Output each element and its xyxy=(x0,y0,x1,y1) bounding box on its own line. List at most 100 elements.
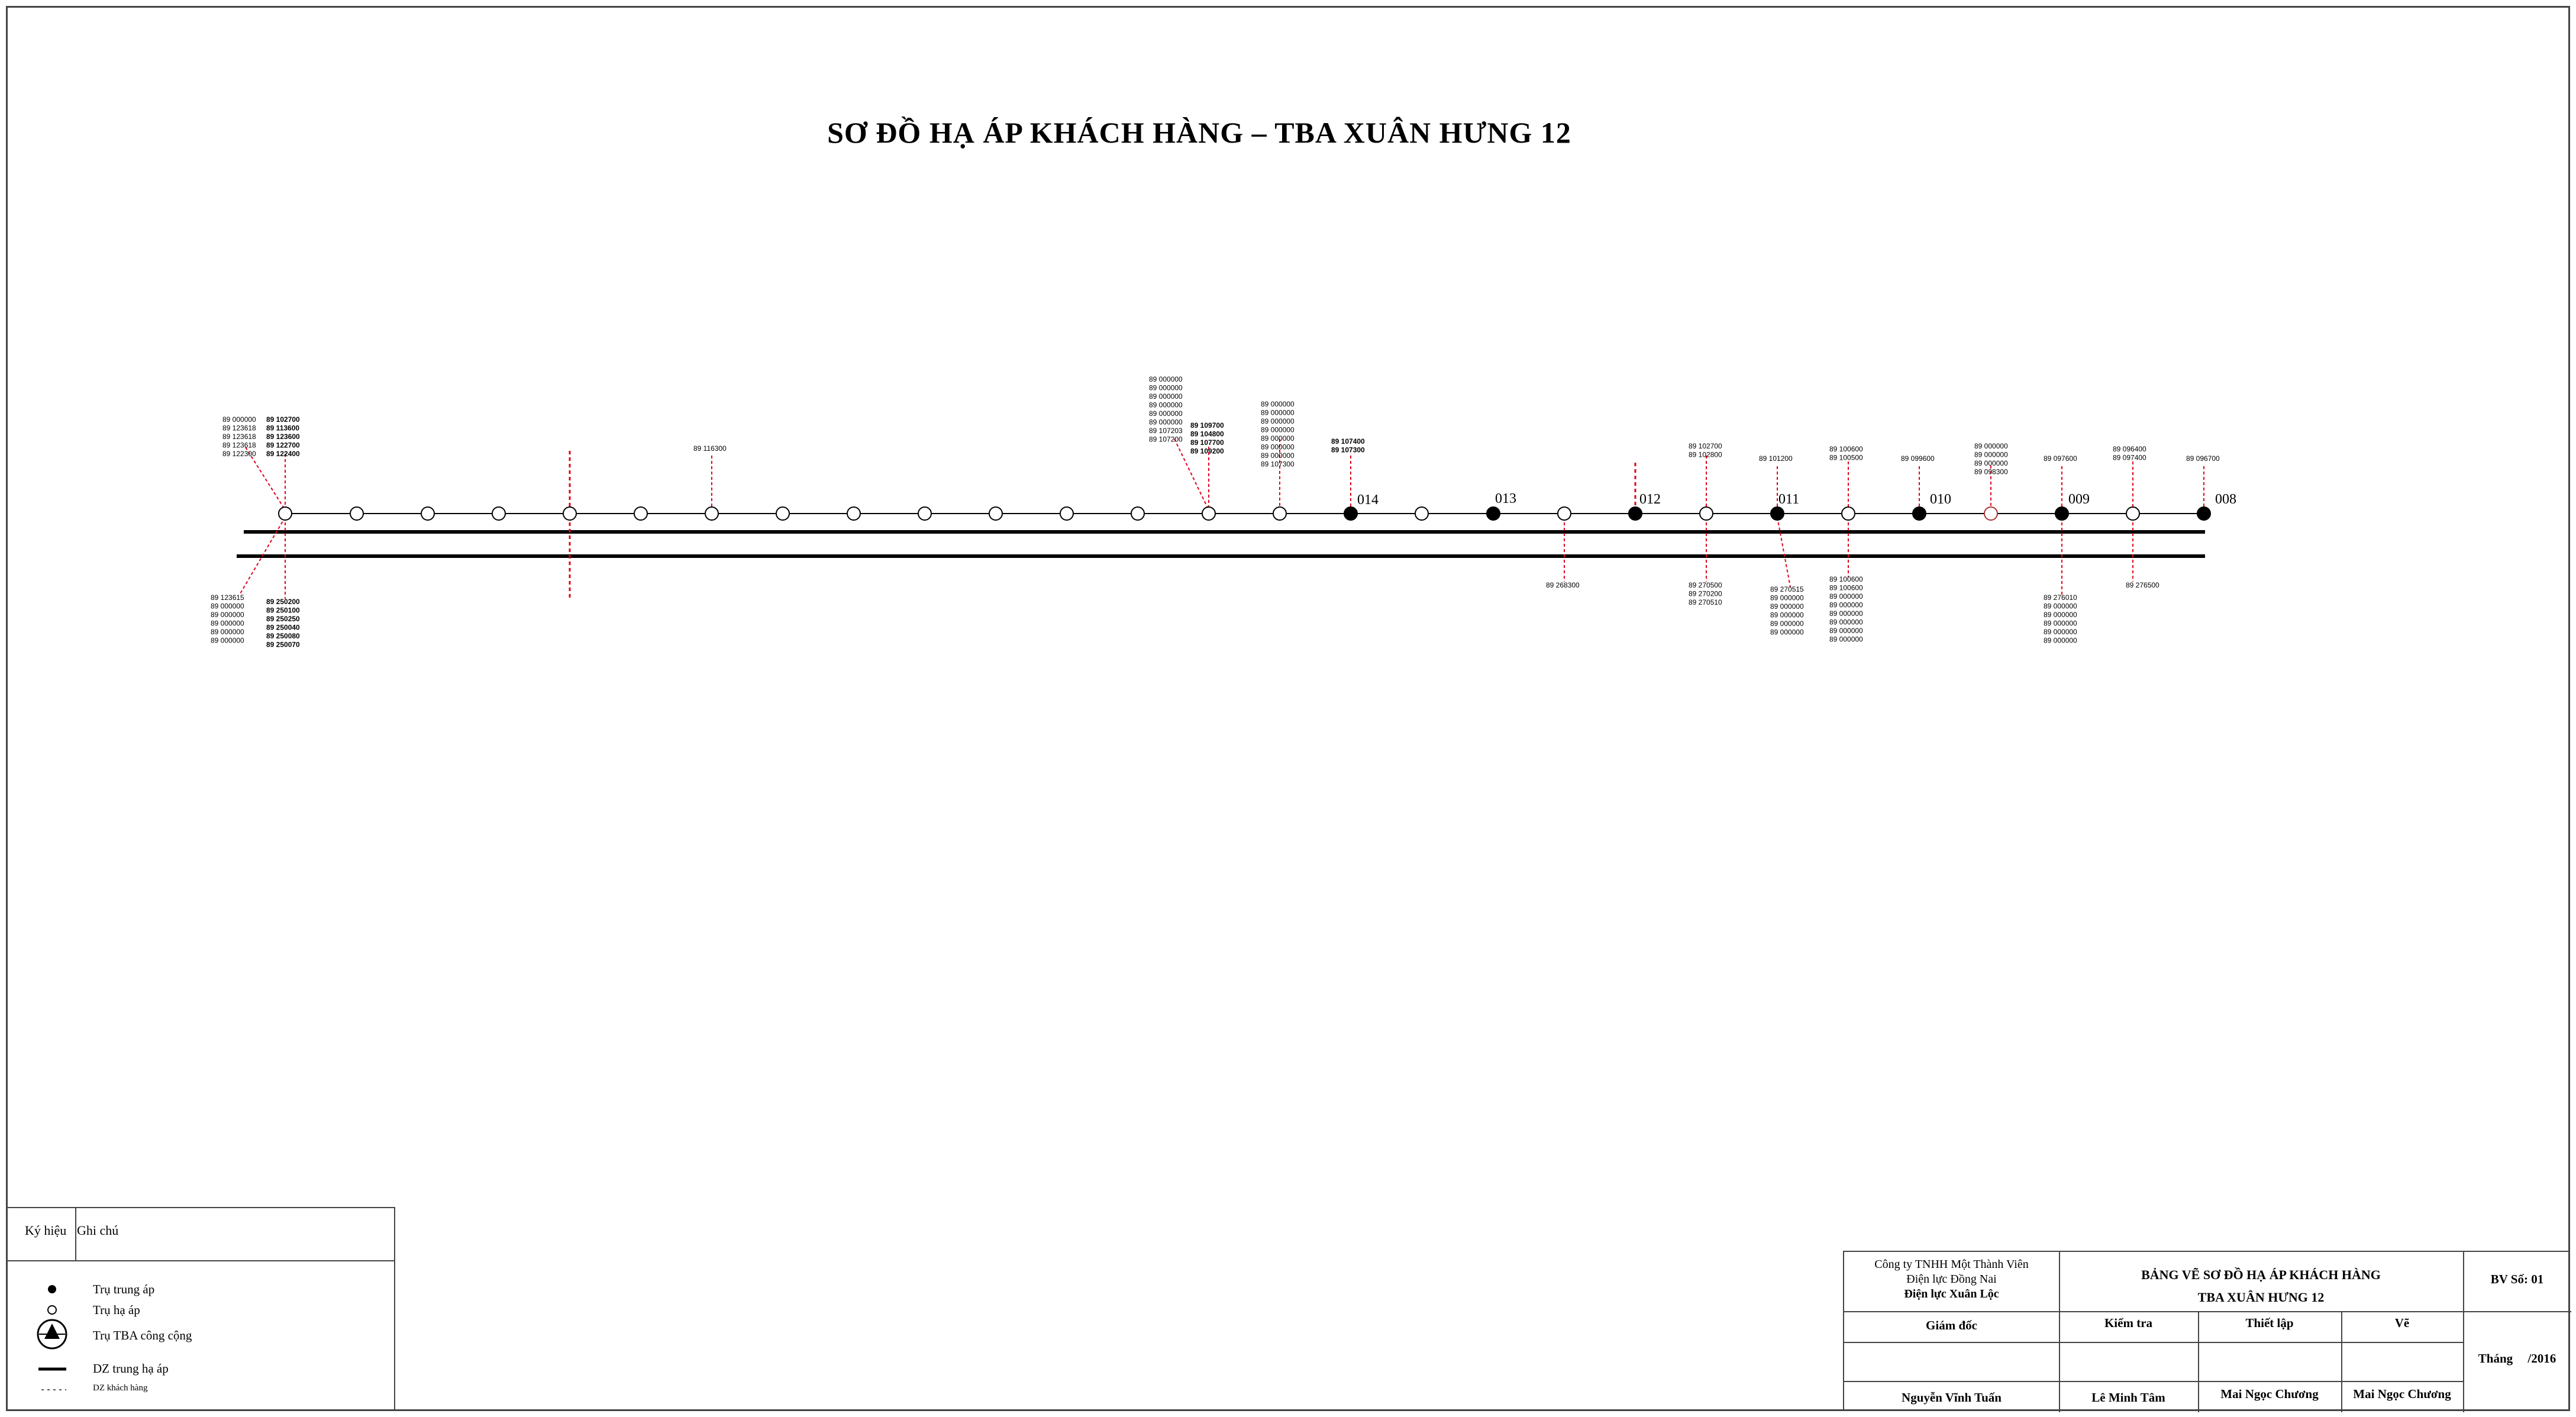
low-voltage-pole xyxy=(563,506,577,521)
legend-label: DZ trung hạ áp xyxy=(93,1361,169,1376)
customer-label-line: 89 000000 xyxy=(1829,592,1863,601)
medium-voltage-pole xyxy=(2055,506,2069,521)
customer-label-line: 89 104800 xyxy=(1190,430,1224,438)
pole-number-012: 012 xyxy=(1639,492,1661,507)
customer-label-line: 89 123618 xyxy=(222,432,256,441)
tb-divider xyxy=(1844,1342,2463,1343)
customer-label-line: 89 100600 xyxy=(1829,445,1863,453)
company-line: Điện lực Đồng Nai xyxy=(1906,1273,1997,1286)
low-voltage-pole xyxy=(776,506,790,521)
customer-label-line: 89 000000 xyxy=(2044,637,2077,645)
customer-label-group: 89 099600 xyxy=(1901,454,1935,463)
low-voltage-pole xyxy=(492,506,506,521)
name-check: Lê Minh Tâm xyxy=(2091,1390,2165,1405)
customer-label-line: 89 100600 xyxy=(1829,584,1863,592)
customer-label-line: 89 000000 xyxy=(2044,611,2077,619)
filled-circle-icon xyxy=(48,1285,56,1293)
customer-label-line: 89 250040 xyxy=(266,624,300,632)
customer-label-line: 89 000000 xyxy=(1149,401,1183,409)
pole-number-010: 010 xyxy=(1930,492,1951,507)
customer-label-line: 89 107400 xyxy=(1331,437,1365,446)
customer-label-line: 89 000000 xyxy=(1149,409,1183,418)
customer-label-group: 89 097600 xyxy=(2044,454,2077,463)
customer-label-line: 89 113600 xyxy=(266,424,299,432)
customer-label-group: 89 000000 89 123618 89 123618 89 123618 89 1… xyxy=(222,415,256,458)
legend: Ký hiệu Ghi chú Trụ trung áp Trụ hạ áp T… xyxy=(7,1207,395,1411)
customer-label-line: 89 100600 xyxy=(1829,575,1863,583)
customer-label-line: 89 000000 xyxy=(1149,392,1183,401)
pole-number-014: 014 xyxy=(1357,492,1379,508)
customer-label-line: 89 250070 xyxy=(266,641,300,649)
customer-label-line: 89 102700 xyxy=(1689,442,1722,450)
customer-label-line: 89 099600 xyxy=(1901,454,1935,463)
low-voltage-pole xyxy=(1557,506,1571,521)
customer-label-line: 89 097400 xyxy=(2113,454,2146,462)
role-director: Giám đốc xyxy=(1926,1318,1977,1332)
legend-label: Trụ TBA công cộng xyxy=(93,1328,192,1342)
customer-label-group: 89 096400 89 097400 xyxy=(2113,445,2146,462)
customer-label-line: 89 276500 xyxy=(2126,581,2159,589)
medium-voltage-pole xyxy=(1486,506,1500,521)
customer-label-line: 89 000000 xyxy=(1829,627,1863,635)
customer-label-line: 89 270500 xyxy=(1689,581,1722,589)
customer-label-line: 89 000000 xyxy=(2044,602,2077,611)
tb-divider xyxy=(1844,1311,2571,1312)
low-voltage-pole xyxy=(634,506,648,521)
legend-header: Ký hiệu Ghi chú xyxy=(7,1208,394,1261)
role-check: Kiểm tra xyxy=(2104,1316,2153,1330)
customer-label-group: 89 276010 89 000000 89 000000 89 000000 89 0… xyxy=(2044,593,2077,645)
customer-label-line: 89 000000 xyxy=(1261,443,1295,451)
customer-label-line: 89 000000 xyxy=(1829,601,1863,609)
customer-label-line: 89 000000 xyxy=(211,628,244,636)
customer-label-line: 89 000000 xyxy=(1149,418,1183,427)
low-voltage-pole xyxy=(278,506,292,521)
title-block: Công ty TNHH Một Thành Viên Điện lực Đồn… xyxy=(1843,1251,2571,1412)
customer-label-line: 89 276010 xyxy=(2044,593,2077,602)
customer-label-line: 89 250200 xyxy=(266,598,300,606)
legend-row: DZ khách hàng xyxy=(7,1380,394,1400)
customer-label-line: 89 000000 xyxy=(1261,426,1295,434)
company-line: Công ty TNHH Một Thành Viên xyxy=(1874,1258,2029,1271)
customer-label-line: 89 000000 xyxy=(1261,409,1295,417)
legend-row: Trụ TBA công cộng xyxy=(7,1318,394,1352)
customer-label-line: 89 123618 xyxy=(222,441,256,450)
customer-label-group: 89 270515 89 000000 89 000000 89 000000 89 0… xyxy=(1770,585,1804,637)
low-voltage-pole xyxy=(421,506,435,521)
customer-label-line: 89 000000 xyxy=(1829,609,1863,618)
customer-label-line: 89 270515 xyxy=(1770,585,1804,593)
low-voltage-pole xyxy=(918,506,932,521)
customer-label-line: 89 122400 xyxy=(266,450,300,458)
low-voltage-pole xyxy=(1699,506,1713,521)
legend-row: Trụ hạ áp xyxy=(7,1300,394,1320)
customer-label-line: 89 000000 xyxy=(1770,594,1804,602)
low-voltage-pole xyxy=(1984,506,1998,521)
customer-label-group: 89 123615 89 000000 89 000000 89 000000 89 0… xyxy=(211,593,244,645)
name-draw: Mai Ngọc Chương xyxy=(2353,1387,2451,1401)
customer-label-line: 89 107300 xyxy=(1331,446,1365,454)
transformer-station-icon xyxy=(37,1319,67,1350)
customer-label-line: 89 000000 xyxy=(1829,618,1863,627)
customer-label-line: 89 268300 xyxy=(1546,581,1580,589)
solid-line-icon xyxy=(38,1367,66,1371)
year-label: /2016 xyxy=(2527,1351,2556,1366)
customer-label-line: 89 000000 xyxy=(1829,635,1863,644)
drawing-title: BẢNG VẼ SƠ ĐỒ HẠ ÁP KHÁCH HÀNG xyxy=(2141,1267,2381,1282)
customer-label-line: 89 000000 xyxy=(1974,459,2008,467)
customer-label-line: 89 107300 xyxy=(1261,460,1295,469)
low-voltage-pole xyxy=(847,506,861,521)
customer-label-line: 89 250100 xyxy=(266,606,300,615)
customer-label-group: 89 100600 89 100500 xyxy=(1829,445,1863,462)
drawing-title-block: BẢNG VẼ SƠ ĐỒ HẠ ÁP KHÁCH HÀNG TBA XUÂN … xyxy=(2059,1264,2463,1309)
customer-label-line: 89 122300 xyxy=(222,450,256,458)
customer-label-line: 89 000000 xyxy=(1261,417,1295,425)
customer-label-line: 89 123600 xyxy=(266,432,300,441)
month-label: Tháng xyxy=(2478,1351,2513,1366)
customer-label-line: 89 250080 xyxy=(266,632,300,640)
legend-row: DZ trung hạ áp xyxy=(7,1359,394,1379)
customer-label-group: 89 116300 xyxy=(693,444,727,453)
medium-voltage-pole xyxy=(1628,506,1642,521)
customer-label-group: 89 000000 89 000000 89 000000 89 098300 xyxy=(1974,442,2008,476)
legend-header-note: Ghi chú xyxy=(77,1223,119,1238)
drawing-subtitle: TBA XUÂN HƯNG 12 xyxy=(2197,1290,2325,1305)
customer-label-line: 89 123615 xyxy=(211,593,244,602)
